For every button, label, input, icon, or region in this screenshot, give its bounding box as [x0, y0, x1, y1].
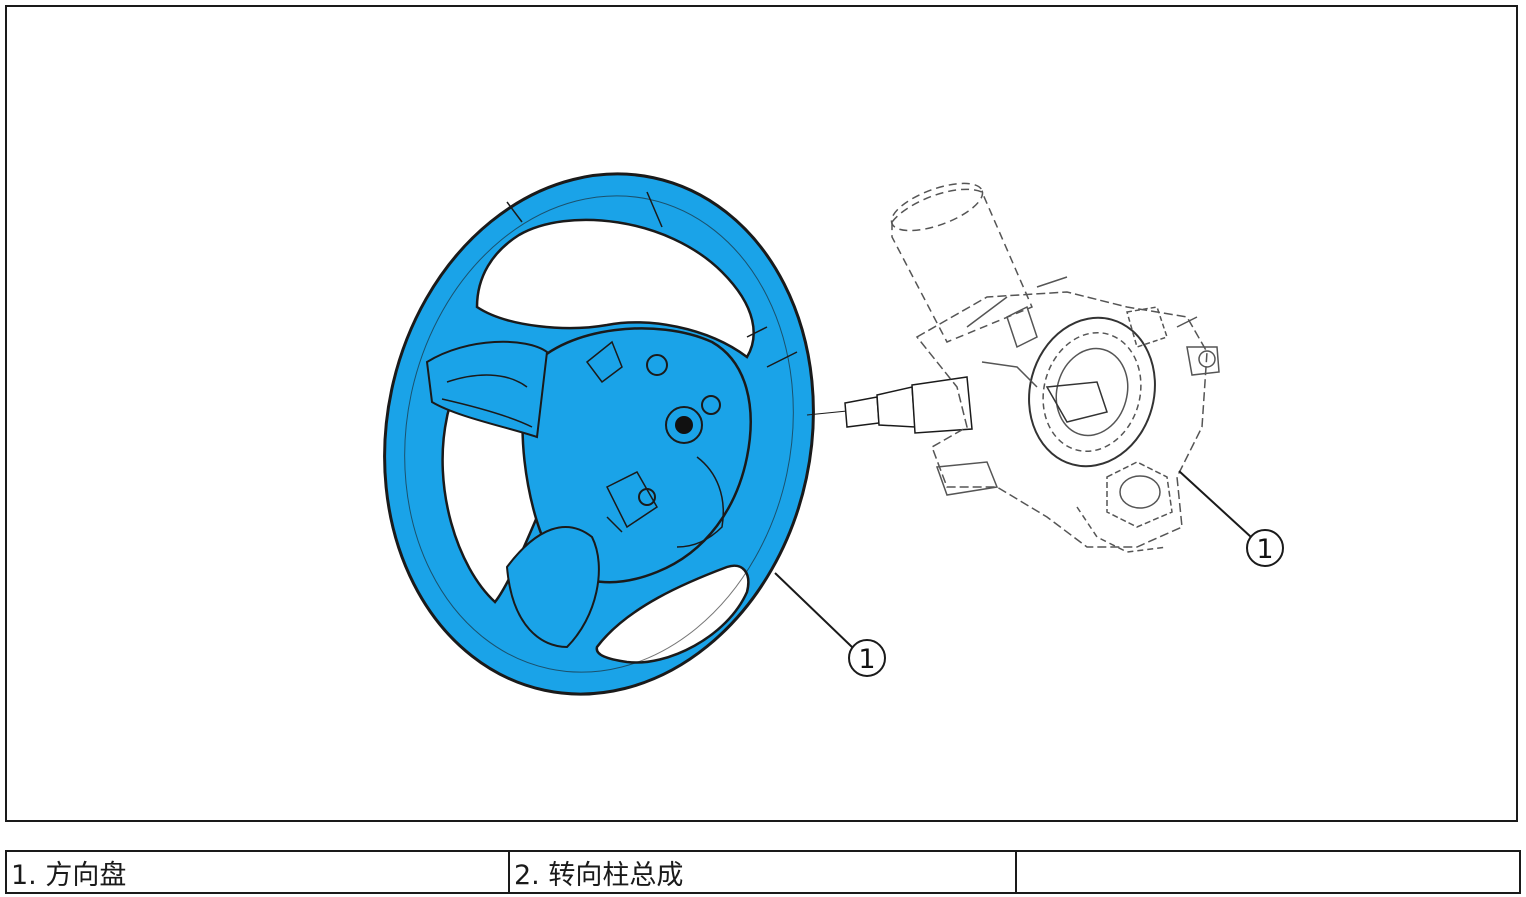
exploded-view-drawing: 1 1	[383, 172, 1284, 696]
steering-wheel-illustration	[383, 172, 815, 696]
legend-cell-3	[1015, 850, 1521, 894]
legend-cell-2: 2. 转向柱总成	[508, 850, 1017, 894]
legend-row: 1. 方向盘 2. 转向柱总成	[5, 850, 1521, 894]
figure-frame: 1 1	[5, 5, 1518, 822]
callout-wheel-number: 1	[858, 644, 875, 675]
callout-wheel-leader	[774, 572, 853, 648]
steering-column-illustration	[806, 182, 1220, 553]
legend-cell-1: 1. 方向盘	[5, 850, 510, 894]
callout-column: 1	[1178, 470, 1284, 567]
callout-column-number: 1	[1256, 534, 1273, 565]
wheel-center-bore	[675, 416, 693, 434]
callout-column-leader	[1178, 470, 1252, 538]
callout-wheel: 1	[774, 572, 886, 677]
parts-legend-table: 1. 方向盘 2. 转向柱总成	[5, 850, 1521, 894]
